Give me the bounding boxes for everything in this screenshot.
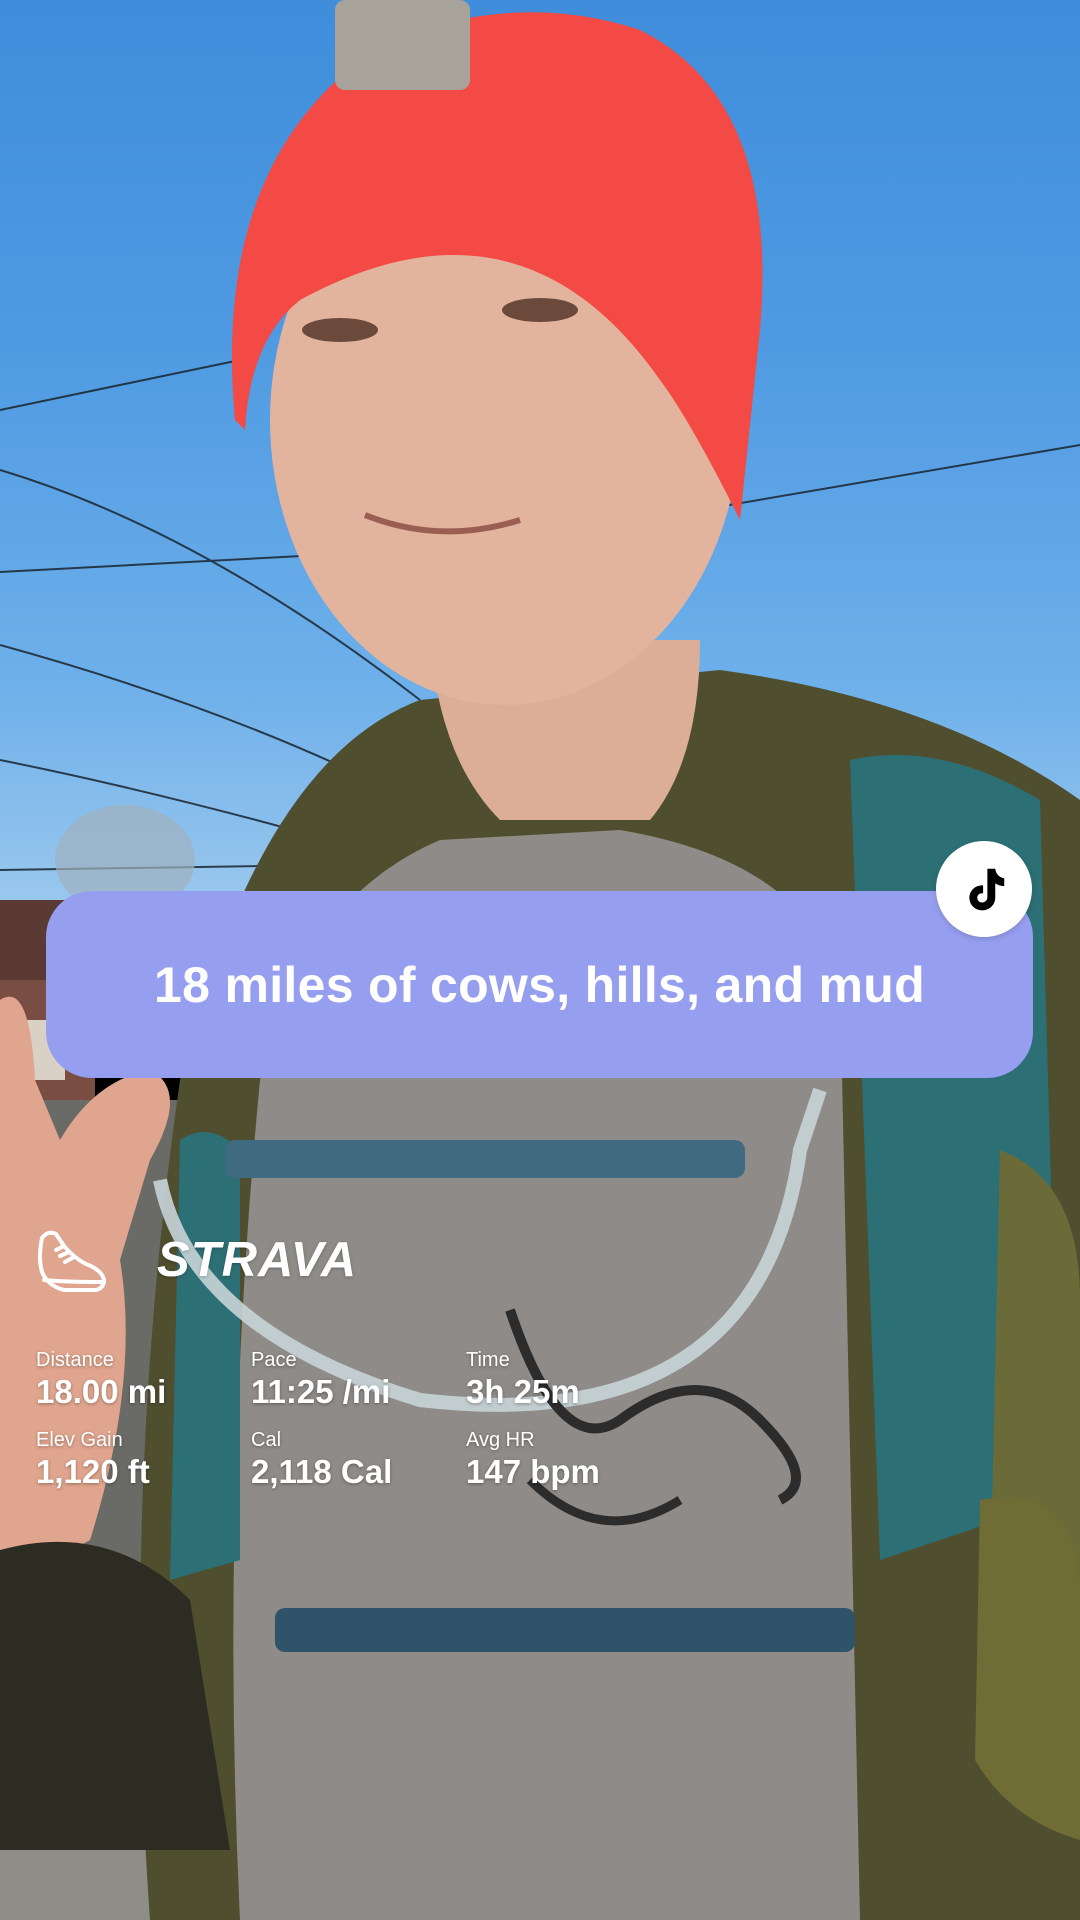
stat-label: Avg HR: [466, 1429, 535, 1451]
tiktok-badge[interactable]: [936, 841, 1032, 937]
stat-value: 147 bpm: [466, 1453, 600, 1490]
strava-logo-text: STRAVA: [157, 1233, 358, 1287]
stat-label: Distance: [36, 1349, 114, 1371]
running-shoe-icon: [38, 1230, 106, 1292]
stat-time: Time 3h 25m: [466, 1348, 681, 1412]
caption-text: 18 miles of cows, hills, and mud: [154, 956, 925, 1013]
caption-banner: 18 miles of cows, hills, and mud: [46, 891, 1033, 1078]
stat-label: Pace: [251, 1349, 297, 1371]
video-frame: 18 miles of cows, hills, and mud STRAVA …: [0, 0, 1080, 1920]
strava-header: STRAVA: [34, 1224, 357, 1296]
activity-stats: Distance 18.00 mi Pace 11:25 /mi Time 3h…: [36, 1348, 681, 1492]
stat-distance: Distance 18.00 mi: [36, 1348, 251, 1412]
stat-value: 18.00 mi: [36, 1373, 167, 1410]
stat-elev-gain: Elev Gain 1,120 ft: [36, 1428, 251, 1492]
stat-pace: Pace 11:25 /mi: [251, 1348, 466, 1412]
stat-value: 11:25 /mi: [251, 1373, 391, 1410]
stat-calories: Cal 2,118 Cal: [251, 1428, 466, 1492]
tiktok-icon: [969, 868, 1005, 911]
stat-value: 1,120 ft: [36, 1453, 150, 1490]
stat-label: Time: [466, 1349, 510, 1371]
stat-label: Cal: [251, 1429, 282, 1451]
stat-label: Elev Gain: [36, 1429, 123, 1451]
stat-avg-hr: Avg HR 147 bpm: [466, 1428, 681, 1492]
stat-value: 3h 25m: [466, 1373, 580, 1410]
stat-value: 2,118 Cal: [251, 1453, 393, 1490]
